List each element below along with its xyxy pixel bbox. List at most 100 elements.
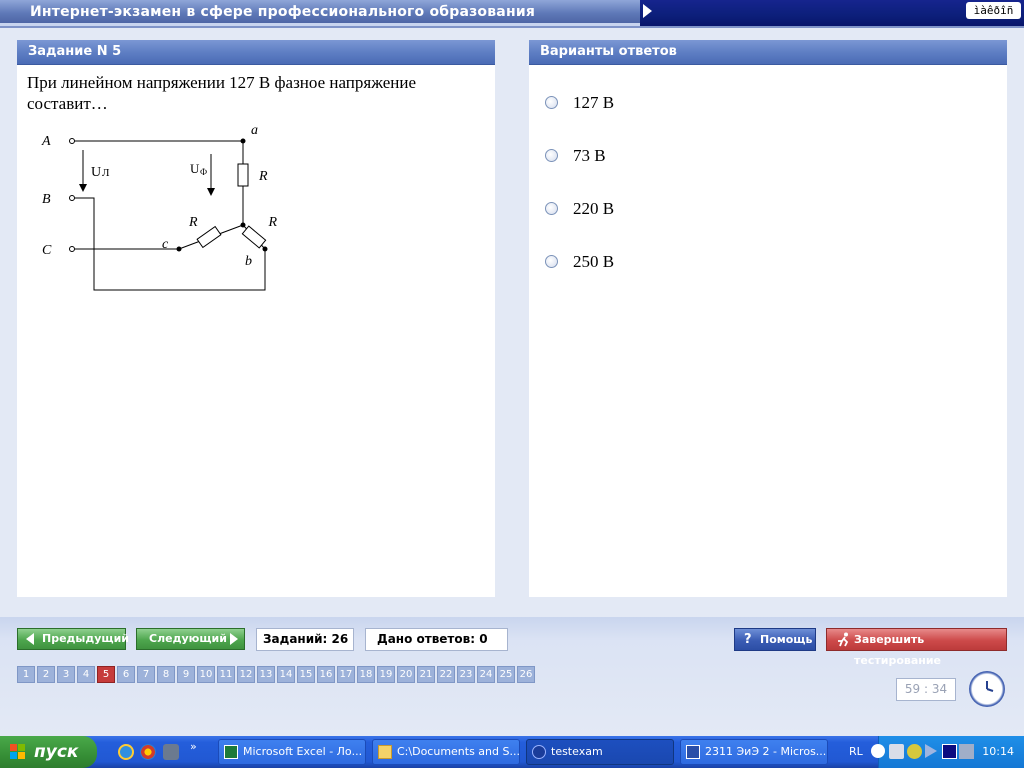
clock-time[interactable]: 10:14 — [982, 736, 1014, 768]
title-decoration-line — [0, 23, 640, 26]
tray-expand-icon[interactable] — [871, 744, 885, 758]
task-explorer[interactable]: C:\Documents and S... — [372, 739, 520, 765]
node-c — [176, 246, 182, 252]
page-button[interactable]: 8 — [157, 666, 175, 683]
answer-label: 250 В — [573, 252, 615, 271]
program-icon[interactable] — [163, 744, 179, 760]
word-icon — [686, 745, 700, 759]
windows-taskbar: пуск » Microsoft Excel - Ло... C:\Docume… — [0, 736, 1024, 768]
tasks-count: Заданий: 26 — [256, 628, 354, 651]
page-button[interactable]: 26 — [517, 666, 535, 683]
page-button[interactable]: 5 — [97, 666, 115, 683]
page-button[interactable]: 1 — [17, 666, 35, 683]
resistor-b — [241, 225, 267, 249]
task-label: Microsoft Excel - Ло... — [243, 745, 363, 758]
page-button[interactable]: 18 — [357, 666, 375, 683]
label-R-a: R — [258, 169, 268, 184]
terminal-a — [69, 138, 75, 144]
label-R-c: R — [188, 215, 198, 230]
folder-icon — [378, 745, 392, 759]
arrow-left-icon — [26, 633, 34, 645]
window-title: Интернет-экзамен в сфере профессионально… — [30, 4, 536, 20]
page-button[interactable]: 3 — [57, 666, 75, 683]
page-button[interactable]: 14 — [277, 666, 295, 683]
system-tray: 10:14 — [871, 736, 1024, 768]
line-voltage-arrowhead — [79, 184, 87, 192]
answer-radio[interactable] — [545, 149, 558, 162]
next-button[interactable]: Следующий — [136, 628, 245, 650]
page-button[interactable]: 20 — [397, 666, 415, 683]
page-button[interactable]: 23 — [457, 666, 475, 683]
media-player-icon[interactable] — [140, 744, 156, 760]
countdown-timer: 59 : 34 — [896, 678, 956, 701]
wire-b — [75, 197, 266, 291]
page-button[interactable]: 10 — [197, 666, 215, 683]
help-button[interactable]: ? Помощь — [734, 628, 816, 651]
task-label: 2311 ЭиЭ 2 - Micros... — [705, 745, 827, 758]
page-button[interactable]: 7 — [137, 666, 155, 683]
node-b — [262, 246, 268, 252]
answer-radio[interactable] — [545, 255, 558, 268]
testexam-icon — [532, 745, 546, 759]
answer-radio[interactable] — [545, 202, 558, 215]
answers-panel: Варианты ответов 127 В 73 В 220 В 250 В — [529, 40, 1007, 597]
page-button[interactable]: 19 — [377, 666, 395, 683]
network-icon[interactable] — [959, 744, 974, 759]
page-button[interactable]: 16 — [317, 666, 335, 683]
internet-explorer-icon[interactable] — [118, 744, 134, 760]
node-a — [240, 138, 246, 144]
resistor-c — [196, 225, 222, 249]
page-button[interactable]: 4 — [77, 666, 95, 683]
page-button[interactable]: 21 — [417, 666, 435, 683]
page-button[interactable]: 6 — [117, 666, 135, 683]
page-button[interactable]: 2 — [37, 666, 55, 683]
answer-label: 127 В — [573, 93, 615, 112]
label-R-b: R — [267, 215, 277, 230]
label-u-phase-sub: Ф — [200, 167, 207, 177]
page-button[interactable]: 24 — [477, 666, 495, 683]
label-C: C — [42, 243, 52, 258]
finish-test-button[interactable]: Завершить тестирование — [826, 628, 1007, 667]
answer-radio[interactable] — [545, 96, 558, 109]
neutral-node — [240, 222, 246, 228]
page-button[interactable]: 22 — [437, 666, 455, 683]
label-B: B — [42, 192, 51, 207]
input-language-indicator[interactable]: RL — [849, 736, 863, 768]
page-button[interactable]: 13 — [257, 666, 275, 683]
task-word[interactable]: 2311 ЭиЭ 2 - Micros... — [680, 739, 828, 765]
clock-icon — [969, 671, 1005, 707]
task-excel[interactable]: Microsoft Excel - Ло... — [218, 739, 366, 765]
windows-logo-icon — [10, 744, 27, 760]
tray-app-icon[interactable] — [907, 744, 922, 759]
media-icon[interactable] — [942, 744, 957, 759]
play-icon[interactable] — [925, 744, 937, 758]
play-icon — [643, 4, 652, 18]
excel-icon — [224, 745, 238, 759]
label-u-phase: U — [190, 161, 200, 176]
start-label: пуск — [34, 742, 79, 762]
task-label: testexam — [551, 745, 603, 758]
page-button[interactable]: 15 — [297, 666, 315, 683]
page-button[interactable]: 9 — [177, 666, 195, 683]
label-u-line-sub: Л — [102, 167, 110, 179]
page-button[interactable]: 17 — [337, 666, 355, 683]
arrow-right-icon — [230, 633, 238, 645]
printer-icon[interactable] — [889, 744, 904, 759]
finish-button-label: Завершить тестирование — [854, 633, 942, 667]
start-button[interactable]: пуск — [0, 736, 97, 768]
next-button-label: Следующий — [149, 632, 227, 645]
page-button[interactable]: 25 — [497, 666, 515, 683]
keyboard-layout-indicator[interactable]: ìàêðîñ — [966, 2, 1021, 19]
label-u-line: U — [91, 165, 101, 180]
page-button[interactable]: 11 — [217, 666, 235, 683]
answers-header: Варианты ответов — [529, 40, 1007, 65]
label-b: b — [245, 254, 252, 269]
help-button-label: Помощь — [760, 633, 813, 646]
task-testexam[interactable]: testexam — [526, 739, 674, 765]
question-panel: Задание N 5 При линейном напряжении 127 … — [17, 40, 495, 597]
quicklaunch-overflow-icon[interactable]: » — [190, 740, 197, 753]
prev-button[interactable]: Предыдущий — [17, 628, 129, 650]
phase-voltage-arrowhead — [207, 188, 215, 196]
page-button[interactable]: 12 — [237, 666, 255, 683]
question-mark-icon: ? — [744, 632, 752, 647]
